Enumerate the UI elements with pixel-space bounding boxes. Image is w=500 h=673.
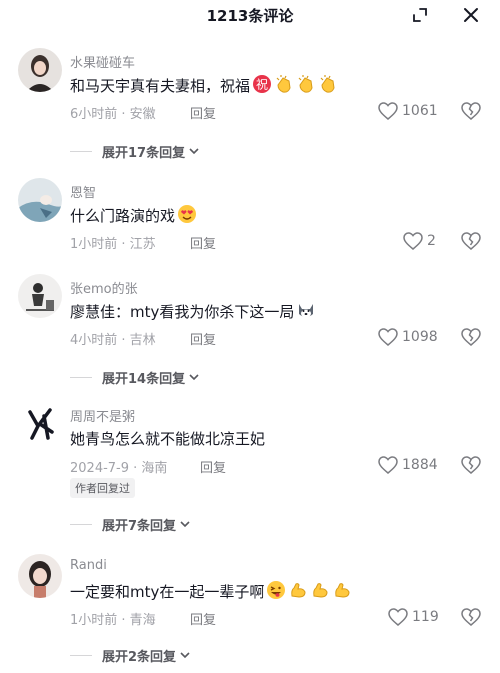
comment-text: 一定要和mty在一起一辈子啊 <box>70 580 352 602</box>
heart-icon <box>388 608 408 626</box>
comment-text-content: 廖慧佳：mty看我为你杀下这一局 <box>70 303 295 321</box>
heart-icon <box>378 456 398 474</box>
heart-eyes-emoji-icon <box>177 204 197 224</box>
comment-text: 廖慧佳：mty看我为你杀下这一局 <box>70 300 316 322</box>
like-count: 1061 <box>402 103 438 119</box>
avatar[interactable] <box>18 274 62 318</box>
expand-replies[interactable]: 展开17条回复 <box>70 141 200 161</box>
username[interactable]: 水果碰碰车 <box>70 52 135 71</box>
divider-line <box>70 150 92 152</box>
username[interactable]: Randi <box>70 558 107 573</box>
heart-icon <box>378 102 398 120</box>
broken-heart-icon <box>461 608 481 626</box>
time-location: 1小时前 · 江苏 <box>70 237 156 252</box>
expand-replies[interactable]: 展开7条回复 <box>70 514 191 534</box>
blessing-badge-label: 祝 <box>256 78 268 92</box>
dislike-button[interactable] <box>460 607 482 627</box>
blessing-badge-icon: 祝 <box>252 74 272 94</box>
reply-button[interactable]: 回复 <box>190 233 216 252</box>
dislike-button[interactable] <box>460 455 482 475</box>
clap-emoji-icon <box>318 74 338 94</box>
dislike-button[interactable] <box>460 327 482 347</box>
avatar[interactable] <box>18 554 62 598</box>
like-button[interactable]: 1098 <box>378 327 438 347</box>
flex-emoji-icon <box>288 580 308 600</box>
broken-heart-icon <box>461 456 481 474</box>
like-count: 1884 <box>402 457 438 473</box>
divider-line <box>70 376 92 378</box>
username[interactable]: 恩智 <box>70 182 96 201</box>
avatar[interactable] <box>18 48 62 92</box>
chevron-down-icon <box>180 652 190 659</box>
heart-icon <box>403 232 423 250</box>
collapse-icon[interactable] <box>409 4 431 26</box>
comment-text-content: 什么门路演的戏 <box>70 207 176 225</box>
husky-emoji-icon <box>296 300 316 320</box>
time-location: 2024-7-9 · 海南 <box>70 461 168 476</box>
divider-line <box>70 523 92 525</box>
divider-line <box>70 654 92 656</box>
username[interactable]: 张emo的张 <box>70 278 138 297</box>
expand-replies-label: 展开17条回复 <box>102 145 186 161</box>
expand-replies-label: 展开7条回复 <box>102 518 177 534</box>
comments-header: 1213条评论 <box>0 0 500 32</box>
reply-button[interactable]: 回复 <box>190 609 216 628</box>
like-count: 1098 <box>402 329 438 345</box>
expand-replies-label: 展开14条回复 <box>102 371 186 387</box>
chevron-down-icon <box>189 374 199 381</box>
comment-text-content: 和马天宇真有夫妻相，祝福 <box>70 77 251 95</box>
broken-heart-icon <box>461 232 481 250</box>
chevron-down-icon <box>180 521 190 528</box>
time-location: 1小时前 · 青海 <box>70 613 156 628</box>
like-button[interactable]: 2 <box>403 231 436 251</box>
laugh-tongue-emoji-icon <box>266 580 286 600</box>
reply-button[interactable]: 回复 <box>190 329 216 348</box>
time-location: 6小时前 · 安徽 <box>70 107 156 122</box>
comment-text: 和马天宇真有夫妻相，祝福祝 <box>70 74 338 96</box>
time-location: 4小时前 · 吉林 <box>70 333 156 348</box>
expand-replies-label: 展开2条回复 <box>102 649 177 665</box>
comment-text-content: 一定要和mty在一起一辈子啊 <box>70 583 265 601</box>
like-button[interactable]: 119 <box>388 607 439 627</box>
clap-emoji-icon <box>274 74 294 94</box>
heart-icon <box>378 328 398 346</box>
clap-emoji-icon <box>296 74 316 94</box>
like-count: 2 <box>427 233 436 249</box>
comment-text: 她青鸟怎么就不能做北凉王妃 <box>70 430 266 448</box>
like-count: 119 <box>412 609 439 625</box>
comment-text: 什么门路演的戏 <box>70 204 197 226</box>
dislike-button[interactable] <box>460 101 482 121</box>
broken-heart-icon <box>461 102 481 120</box>
reply-button[interactable]: 回复 <box>200 457 226 476</box>
flex-emoji-icon <box>332 580 352 600</box>
dislike-button[interactable] <box>460 231 482 251</box>
avatar[interactable] <box>18 178 62 222</box>
broken-heart-icon <box>461 328 481 346</box>
like-button[interactable]: 1061 <box>378 101 438 121</box>
like-button[interactable]: 1884 <box>378 455 438 475</box>
chevron-down-icon <box>189 148 199 155</box>
close-icon[interactable] <box>460 4 482 26</box>
avatar[interactable] <box>18 402 62 446</box>
flex-emoji-icon <box>310 580 330 600</box>
expand-replies[interactable]: 展开14条回复 <box>70 367 200 387</box>
username[interactable]: 周周不是粥 <box>70 406 135 425</box>
reply-button[interactable]: 回复 <box>190 103 216 122</box>
author-replied-badge: 作者回复过 <box>70 478 135 498</box>
expand-replies[interactable]: 展开2条回复 <box>70 645 191 665</box>
